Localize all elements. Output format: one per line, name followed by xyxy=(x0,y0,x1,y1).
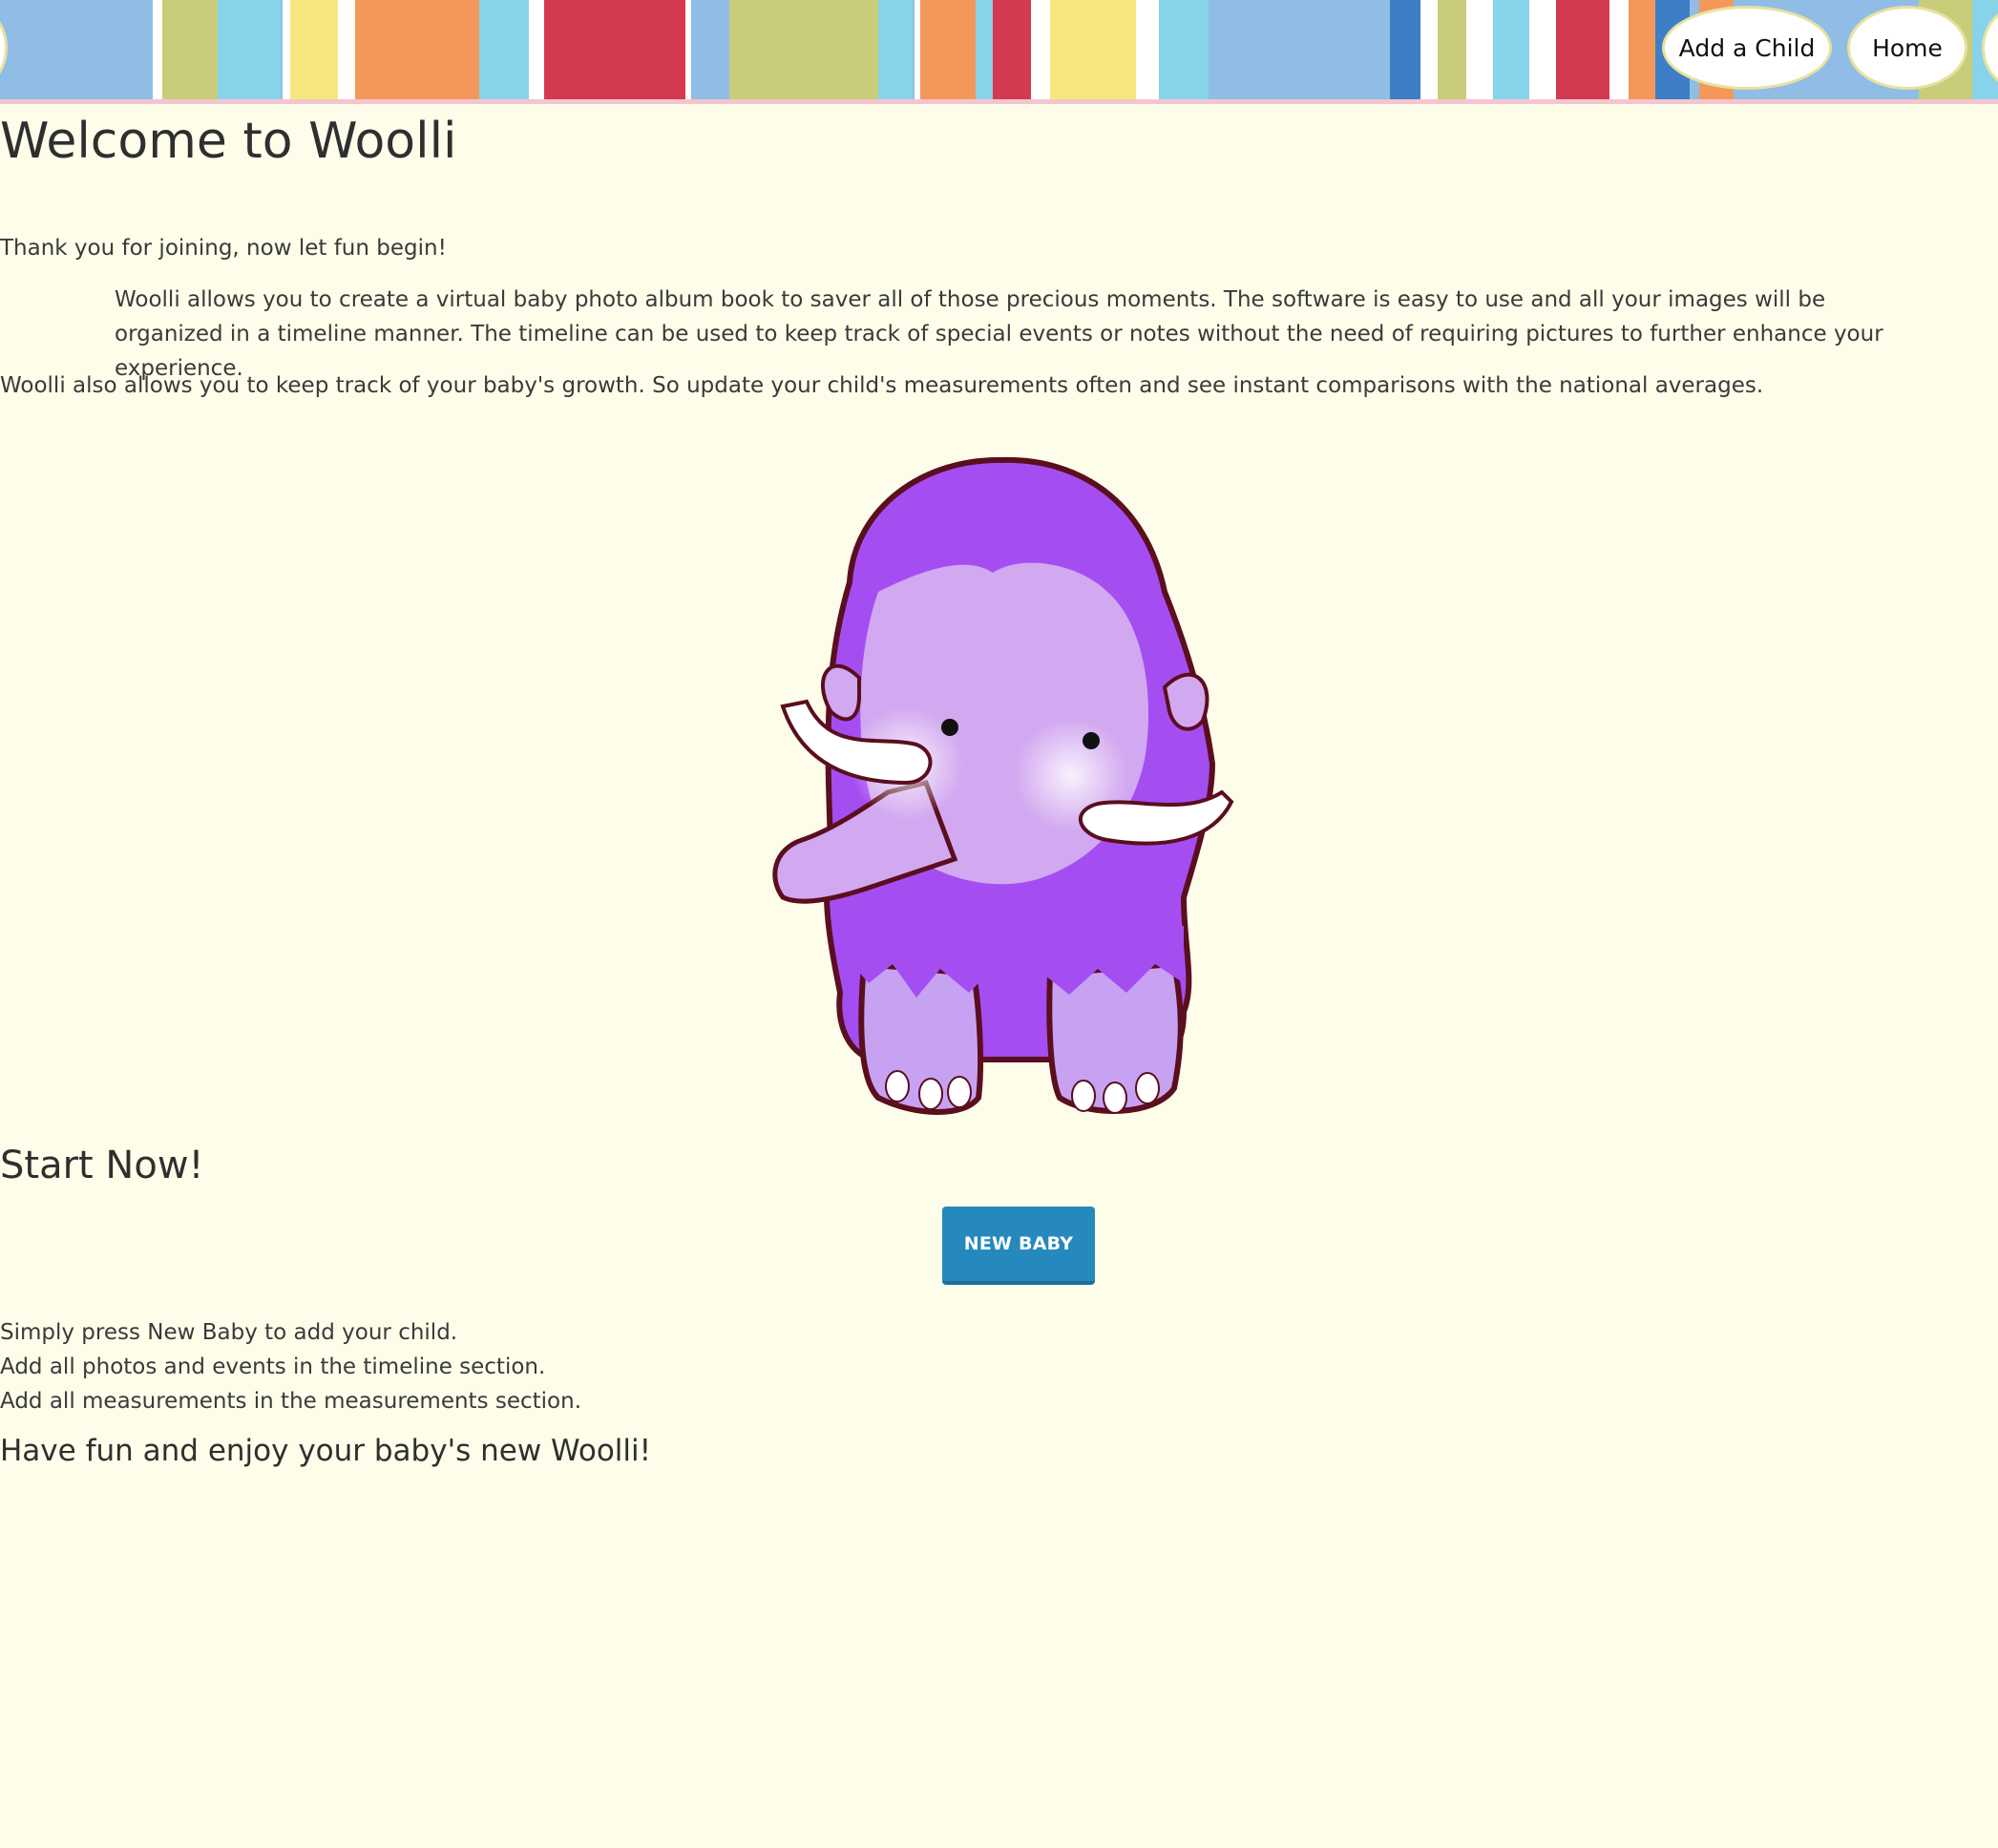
woolly-mammoth-icon xyxy=(772,456,1234,1115)
instruction-line: Add all measurements in the measurements… xyxy=(0,1389,582,1414)
intro-text: Thank you for joining, now let fun begin… xyxy=(0,236,447,261)
instruction-line: Add all photos and events in the timelin… xyxy=(0,1354,546,1379)
instruction-line: Simply press New Baby to add your child. xyxy=(0,1320,458,1345)
header-banner: Add a Child Home xyxy=(0,0,1998,104)
nav-home-button[interactable]: Home xyxy=(1847,6,1967,90)
closing-message: Have fun and enjoy your baby's new Wooll… xyxy=(0,1434,652,1468)
start-now-heading: Start Now! xyxy=(0,1144,204,1187)
new-baby-button[interactable]: NEW BABY xyxy=(942,1207,1095,1285)
description-paragraph-growth: Woolli also allows you to keep track of … xyxy=(0,373,1764,398)
page-title: Welcome to Woolli xyxy=(0,113,457,170)
nav-add-child-button[interactable]: Add a Child xyxy=(1662,6,1832,90)
instructions-block: Simply press New Baby to add your child.… xyxy=(0,1315,1998,1418)
